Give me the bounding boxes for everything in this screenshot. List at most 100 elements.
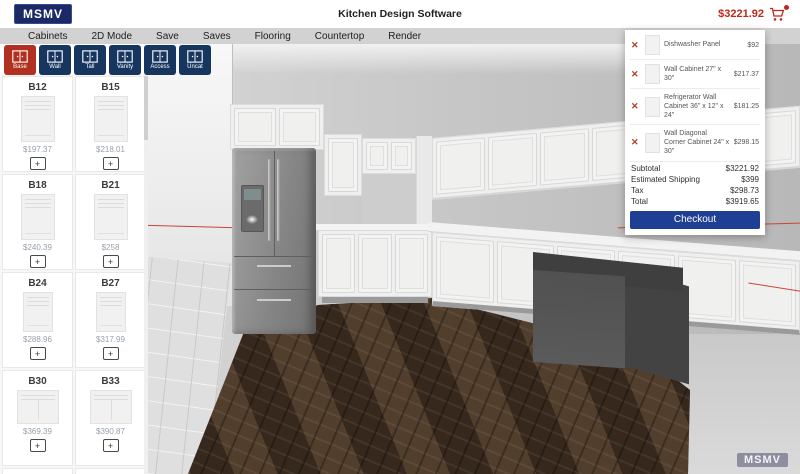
add-to-design-button[interactable]: +	[103, 157, 119, 170]
fridge-handle	[268, 159, 271, 241]
fridge-drawer-line	[234, 289, 315, 290]
product-card-b33[interactable]: B33 $390.87 +	[75, 370, 146, 466]
summary-value: $3919.65	[726, 197, 759, 206]
category-button-wall[interactable]: Wall	[39, 45, 71, 75]
fridge-drawer-line	[234, 256, 315, 257]
fridge-drawer-handle	[257, 299, 291, 301]
product-name: B12	[28, 82, 46, 93]
product-card-b27[interactable]: B27 $317.99 +	[75, 272, 146, 368]
product-price: $258	[102, 243, 120, 252]
base-cabinet-run-back[interactable]	[318, 231, 432, 297]
category-button-uncat[interactable]: Uncat	[179, 45, 211, 75]
menu-item-saves[interactable]: Saves	[191, 31, 243, 42]
cart-item-image	[645, 64, 660, 84]
wall-cabinet-above-fridge[interactable]	[230, 104, 324, 150]
product-price: $390.87	[96, 427, 125, 436]
summary-row-shipping: Estimated Shipping $399	[630, 173, 760, 184]
cart-item-name: Wall Cabinet 27" x 30"	[664, 65, 730, 83]
summary-row-tax: Tax $298.73	[630, 184, 760, 195]
summary-value: $298.73	[730, 186, 759, 195]
wall-cabinet-over-recess[interactable]	[362, 138, 416, 174]
cabinet-icon	[12, 50, 28, 63]
product-card-b15[interactable]: B15 $218.01 +	[75, 76, 146, 172]
corner-cabinet[interactable]	[416, 136, 432, 234]
remove-item-icon[interactable]: ✕	[631, 69, 641, 80]
toe-kick	[322, 297, 428, 303]
product-name: B33	[101, 376, 119, 387]
menu-item-countertop[interactable]: Countertop	[303, 31, 376, 42]
cart-item-image	[645, 133, 660, 153]
remove-item-icon[interactable]: ✕	[631, 137, 641, 148]
countertop-back	[314, 224, 436, 231]
summary-label: Estimated Shipping	[631, 175, 700, 184]
category-button-access[interactable]: Access	[144, 45, 176, 75]
highlight-glow	[246, 215, 258, 224]
cart-item-name: Dishwasher Panel	[664, 40, 743, 49]
product-image	[21, 96, 55, 142]
wall-cabinet[interactable]	[324, 134, 362, 196]
fridge-handle	[277, 159, 280, 241]
product-card-b12[interactable]: B12 $197.37 +	[2, 76, 73, 172]
add-to-design-button[interactable]: +	[30, 157, 46, 170]
menu-item-render[interactable]: Render	[376, 31, 433, 42]
menu-item-2d-mode[interactable]: 2D Mode	[79, 31, 144, 42]
cabinet-icon	[47, 50, 63, 63]
product-card-b18[interactable]: B18 $240.39 +	[2, 174, 73, 270]
refrigerator-model[interactable]	[232, 148, 316, 334]
category-button-tall[interactable]: Tall	[74, 45, 106, 75]
app-header: MSMV Kitchen Design Software $3221.92	[0, 0, 800, 28]
cart-button[interactable]: $3221.92	[718, 7, 786, 22]
product-price: $317.99	[96, 335, 125, 344]
add-to-design-button[interactable]: +	[30, 255, 46, 268]
category-button-vanity[interactable]: Vanity	[109, 45, 141, 75]
cart-item-image	[645, 35, 660, 55]
product-image	[17, 390, 59, 424]
cabinet-icon	[187, 50, 203, 63]
product-price: $369.39	[23, 427, 52, 436]
product-card-b24[interactable]: B24 $288.96 +	[2, 272, 73, 368]
cabinet-door	[279, 108, 321, 146]
product-card-b21[interactable]: B21 $258 +	[75, 174, 146, 270]
cabinet-door	[322, 234, 355, 293]
category-label: Tall	[85, 64, 94, 70]
cart-item-price: $181.25	[734, 103, 759, 110]
product-card-partial[interactable]	[2, 468, 73, 474]
category-label: Base	[13, 64, 27, 70]
fridge-door-split	[274, 151, 275, 256]
summary-value: $3221.92	[726, 164, 759, 173]
add-to-design-button[interactable]: +	[30, 439, 46, 452]
category-label: Vanity	[117, 64, 133, 70]
dishwasher-panel-model[interactable]	[533, 270, 625, 368]
product-card-b30[interactable]: B30 $369.39 +	[2, 370, 73, 466]
app-window: MSMV Kitchen Design Software $3221.92 Ca…	[0, 0, 800, 474]
product-image	[23, 292, 53, 332]
catalog-scrollbar[interactable]	[144, 74, 148, 474]
cabinet-door	[488, 133, 537, 190]
add-to-design-button[interactable]: +	[103, 255, 119, 268]
remove-item-icon[interactable]: ✕	[631, 40, 641, 51]
cabinet-door	[395, 234, 428, 293]
product-image	[90, 390, 132, 424]
fridge-drawer-handle	[257, 265, 291, 267]
summary-value: $399	[741, 175, 759, 184]
menu-item-save[interactable]: Save	[144, 31, 191, 42]
product-name: B30	[28, 376, 46, 387]
product-name: B21	[101, 180, 119, 191]
category-button-base[interactable]: Base	[4, 45, 36, 75]
product-card-partial[interactable]	[75, 468, 146, 474]
category-label: Uncat	[187, 64, 203, 70]
add-to-design-button[interactable]: +	[30, 347, 46, 360]
add-to-design-button[interactable]: +	[103, 439, 119, 452]
checkout-button[interactable]: Checkout	[630, 211, 760, 229]
menu-item-flooring[interactable]: Flooring	[243, 31, 303, 42]
menu-item-cabinets[interactable]: Cabinets	[16, 31, 79, 42]
product-name: B18	[28, 180, 46, 191]
cart-badge	[783, 4, 790, 11]
cart-item-price: $217.37	[734, 71, 759, 78]
scrollbar-thumb[interactable]	[144, 76, 148, 140]
remove-item-icon[interactable]: ✕	[631, 101, 641, 112]
add-to-design-button[interactable]: +	[103, 347, 119, 360]
cart-total: $3221.92	[718, 8, 764, 20]
cart-item-row: ✕ Dishwasher Panel $92	[630, 31, 760, 60]
watermark-logo: MSMV	[737, 453, 788, 467]
